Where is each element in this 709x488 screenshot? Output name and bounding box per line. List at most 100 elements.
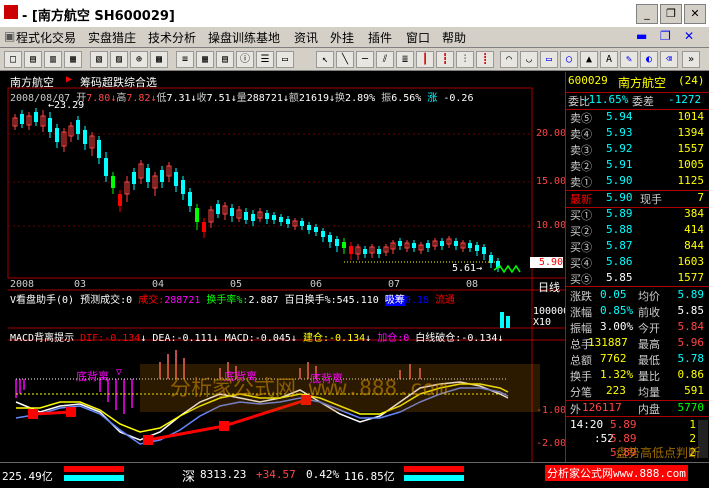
stat-value: 0.85% (600, 304, 634, 317)
toolbar-ellipse-icon[interactable]: ◯ (560, 51, 578, 68)
avg-turn-value: 545.110 (336, 295, 379, 306)
period-label[interactable]: 日线 (538, 279, 560, 295)
amt-value: 21619 (298, 93, 330, 104)
toolbar-bars-icon[interactable]: ┋ (476, 51, 494, 68)
predicted-volume: 预测成交:0 (80, 295, 133, 306)
toolbar-list-icon[interactable]: ≡ (176, 51, 194, 68)
chart-area[interactable]: 南方航空 ▶ 筹码超跌综合选 2008/08/07 开7.80↓高7.82↓低7… (0, 72, 569, 462)
divergence-text: 底背离 (76, 370, 109, 383)
stat-label: 涨幅 (570, 306, 592, 319)
menu-item[interactable]: 程式化交易 (16, 29, 76, 46)
high-label: 高 (116, 93, 127, 104)
toolbar-chart-icon[interactable]: ▧ (90, 51, 108, 68)
buy-row[interactable]: 买① 5.89 384 (566, 207, 709, 223)
amp-label: 振 (381, 93, 392, 104)
toolbar-brush-icon[interactable]: ✎ (620, 51, 638, 68)
deal-label: 成交: (138, 295, 165, 306)
toolbar-table-icon[interactable]: ▦ (196, 51, 214, 68)
sell-row[interactable]: 卖② 5.91 1005 (566, 158, 709, 174)
close-button[interactable]: ✕ (684, 4, 706, 24)
menu-grip-icon: ▣ (4, 29, 16, 43)
chg-value: -0.26 (443, 93, 474, 104)
toolbar-mark-icon[interactable]: ◐ (640, 51, 658, 68)
toolbar-alert-icon[interactable]: ☰ (256, 51, 274, 68)
max-price-label: ←23.29 (48, 100, 85, 111)
min-child-icon[interactable]: ▬ (636, 29, 647, 43)
close-child-icon[interactable]: ✕ (684, 29, 694, 43)
amt-label: 额 (288, 93, 299, 104)
toolbar-zoom-icon[interactable]: ⊕ (130, 51, 148, 68)
white-line-break-value: 白线破仓:-0.134 (415, 333, 498, 344)
sell-price: 5.94 (606, 110, 633, 123)
toolbar-hline-icon[interactable]: ─ (356, 51, 374, 68)
menu-item[interactable]: 窗口 (406, 29, 430, 46)
toolbar-arc-icon[interactable]: ◠ (500, 51, 518, 68)
toolbar-text-icon[interactable]: A (600, 51, 618, 68)
axis-tick: 10.00 (536, 220, 567, 231)
toolbar-pointer-icon[interactable]: ↖ (316, 51, 334, 68)
toolbar-cycle-icon[interactable]: ⫶ (456, 51, 474, 68)
indicator-arrow-icon: ▶ (66, 74, 73, 85)
sell-row[interactable]: 卖① 5.90 1125 (566, 174, 709, 190)
close-value: 7.51 (206, 93, 231, 104)
indicator-name[interactable]: 筹码超跌综合选 (80, 74, 157, 90)
absorb-value: 0.18 (404, 295, 429, 306)
now-label: 现手 (640, 193, 662, 206)
month-label: 03 (74, 279, 87, 290)
toolbar-erase-icon[interactable]: ⌫ (660, 51, 678, 68)
buy-row[interactable]: 买③ 5.87 844 (566, 239, 709, 255)
market-breadth-bar (404, 466, 464, 472)
buy-row[interactable]: 买② 5.88 414 (566, 223, 709, 239)
sell-price: 5.90 (606, 174, 633, 187)
toolbar-open-icon[interactable]: ▤ (24, 51, 42, 68)
sell-row[interactable]: 卖④ 5.93 1394 (566, 126, 709, 142)
avg-turn-label: 百日换手%: (284, 295, 337, 306)
stats-row: 换手 1.32% 量比 0.86 (566, 368, 709, 384)
menu-item[interactable]: 技术分析 (148, 29, 196, 46)
toolbar-line-icon[interactable]: ╲ (336, 51, 354, 68)
toolbar-kline-icon[interactable]: ▨ (110, 51, 128, 68)
buy-row[interactable]: 买④ 5.86 1603 (566, 255, 709, 271)
toolbar-save-icon[interactable]: ▥ (44, 51, 62, 68)
sell-volume: 1014 (677, 110, 705, 123)
toolbar-rect-icon[interactable]: ▭ (540, 51, 558, 68)
restore-button[interactable]: ❐ (660, 4, 682, 24)
restore-child-icon[interactable]: ❐ (660, 29, 671, 43)
menu-item[interactable]: 外挂 (330, 29, 354, 46)
min-price-value: 5.61 (452, 263, 477, 274)
high-value: 7.82 (126, 93, 151, 104)
menu-item[interactable]: 实盘猎庄 (88, 29, 136, 46)
toolbar-grid-icon[interactable]: ▩ (150, 51, 168, 68)
site-banner[interactable]: 分析家公式网www.888.com (545, 465, 688, 481)
toolbar-gann-icon[interactable]: ┇ (436, 51, 454, 68)
buy-row[interactable]: 买⑤ 5.85 1577 (566, 271, 709, 287)
sell-row[interactable]: 卖③ 5.92 1557 (566, 142, 709, 158)
menu-item[interactable]: 资讯 (294, 29, 318, 46)
month-label: 07 (388, 279, 401, 290)
sz-change: +34.57 (256, 468, 296, 481)
stat-label: 振幅 (570, 322, 592, 335)
low-label: 低 (156, 93, 167, 104)
toolbar-speed-icon[interactable]: ◡ (520, 51, 538, 68)
toolbar-more-icon[interactable]: » (682, 51, 700, 68)
menu-item[interactable]: 操盘训练基地 (208, 29, 280, 46)
buy-label: 买② (570, 225, 592, 238)
menu-item[interactable]: 插件 (368, 29, 392, 46)
market-breadth-bar (64, 475, 124, 481)
menu-item[interactable]: 帮助 (442, 29, 466, 46)
month-label: 04 (152, 279, 165, 290)
toolbar-vlines-icon[interactable]: ┃ (416, 51, 434, 68)
toolbar-calc-icon[interactable]: ▤ (216, 51, 234, 68)
minimize-button[interactable]: _ (636, 4, 658, 24)
vol-label: 量 (236, 93, 247, 104)
toolbar-print-icon[interactable]: ▦ (64, 51, 82, 68)
current-price-tag: 5.90 (530, 257, 563, 268)
toolbar-channel-icon[interactable]: ⫽ (376, 51, 394, 68)
toolbar-new-icon[interactable]: □ (4, 51, 22, 68)
toolbar-info-icon[interactable]: ⓘ (236, 51, 254, 68)
sell-row[interactable]: 卖⑤ 5.94 1014 (566, 110, 709, 126)
axis-tick: 20.00 (536, 128, 567, 139)
toolbar-window-icon[interactable]: ▭ (276, 51, 294, 68)
toolbar-up-arrow-icon[interactable]: ▲ (580, 51, 598, 68)
toolbar-fib-icon[interactable]: ≣ (396, 51, 414, 68)
